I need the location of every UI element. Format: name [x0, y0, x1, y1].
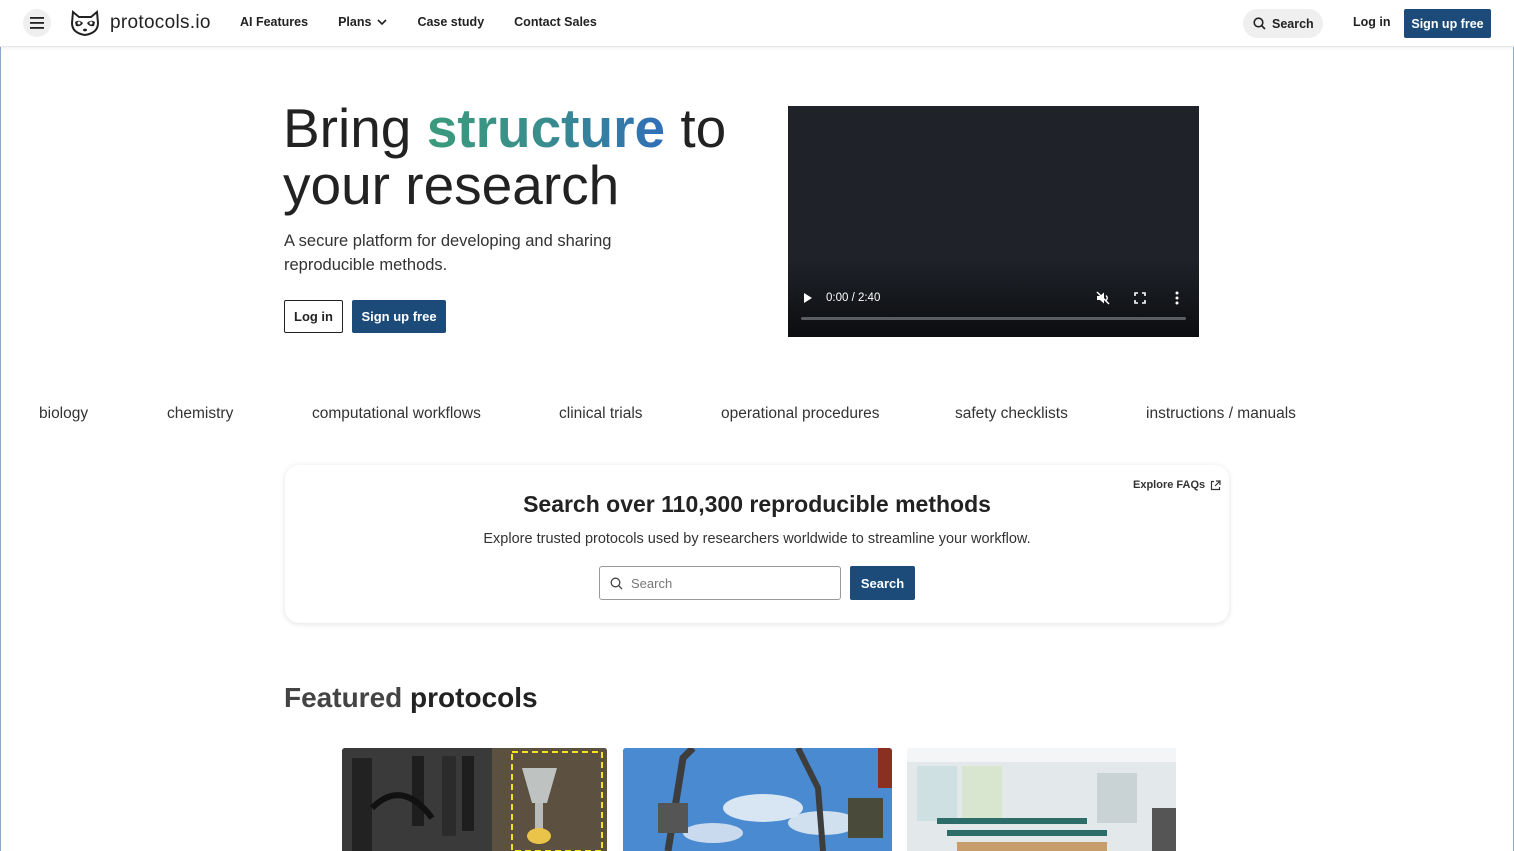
hamburger-menu-button[interactable] — [23, 9, 51, 37]
protocol-search-button[interactable]: Search — [850, 566, 915, 600]
category-computational-workflows[interactable]: computational workflows — [312, 405, 481, 423]
search-card: Explore FAQs Search over 110,300 reprodu… — [285, 465, 1229, 623]
nav-plans[interactable]: Plans — [338, 15, 388, 29]
mute-icon[interactable] — [1096, 291, 1110, 305]
nav-plans-label: Plans — [338, 15, 372, 29]
hero-login-button[interactable]: Log in — [284, 300, 343, 333]
classroom-image — [907, 748, 1176, 851]
main-nav: AI Features Plans Case study Contact Sal… — [240, 15, 627, 29]
top-nav-bar: protocols.io AI Features Plans Case stud… — [0, 0, 1514, 47]
featured-protocol-card-1[interactable] — [342, 748, 607, 851]
lab-funnel-image — [342, 748, 607, 851]
category-instructions-manuals[interactable]: instructions / manuals — [1146, 405, 1296, 423]
explore-faqs-link[interactable]: Explore FAQs — [1133, 479, 1221, 491]
category-clinical-trials[interactable]: clinical trials — [559, 405, 643, 423]
play-icon[interactable] — [803, 292, 813, 304]
hero-title: Bring structure to your research — [283, 100, 763, 214]
explore-faqs-label: Explore FAQs — [1133, 479, 1206, 491]
hero-title-part1: Bring — [283, 97, 427, 159]
field-equipment-image — [623, 748, 892, 851]
page-border-left — [0, 47, 1, 851]
header-search-button[interactable]: Search — [1243, 9, 1323, 38]
hamburger-icon — [30, 17, 44, 29]
category-safety-checklists[interactable]: safety checklists — [955, 405, 1068, 423]
featured-protocol-card-2[interactable] — [623, 748, 892, 851]
hero-subtitle: A secure platform for developing and sha… — [284, 232, 612, 274]
brand-name: protocols.io — [110, 12, 211, 33]
search-card-subtitle: Explore trusted protocols used by resear… — [483, 531, 1031, 547]
featured-protocols-heading: Featured protocols — [284, 682, 538, 714]
hero-title-accent: structure — [426, 97, 666, 159]
nav-case-study[interactable]: Case study — [417, 15, 484, 29]
featured-title-light: Featured — [284, 682, 403, 713]
intro-video-player[interactable]: 0:00 / 2:40 — [788, 106, 1199, 337]
category-biology[interactable]: biology — [39, 405, 88, 423]
fullscreen-icon[interactable] — [1134, 292, 1146, 304]
video-time: 0:00 / 2:40 — [826, 292, 881, 304]
featured-title-strong: protocols — [410, 682, 538, 713]
video-progress-bar[interactable] — [801, 317, 1186, 320]
header-login-link[interactable]: Log in — [1353, 15, 1391, 29]
search-card-title: Search over 110,300 reproducible methods — [523, 491, 991, 517]
more-options-icon[interactable] — [1175, 291, 1179, 305]
category-operational-procedures[interactable]: operational procedures — [721, 405, 880, 423]
protocol-search-input[interactable] — [631, 575, 821, 591]
search-icon — [1253, 17, 1266, 30]
brand-logo-link[interactable]: protocols.io — [70, 10, 211, 36]
header-signup-button[interactable]: Sign up free — [1404, 9, 1491, 38]
header-search-label: Search — [1272, 16, 1314, 31]
chevron-down-icon — [377, 19, 388, 25]
search-icon — [610, 577, 623, 589]
nav-contact-sales[interactable]: Contact Sales — [514, 15, 597, 29]
nav-ai-features[interactable]: AI Features — [240, 15, 308, 29]
featured-protocol-card-3[interactable] — [907, 748, 1176, 851]
category-chemistry[interactable]: chemistry — [167, 405, 233, 423]
raccoon-logo-icon — [70, 10, 100, 36]
hero-signup-button[interactable]: Sign up free — [352, 300, 446, 333]
protocol-search-field[interactable] — [599, 566, 841, 600]
external-link-icon — [1211, 479, 1221, 490]
